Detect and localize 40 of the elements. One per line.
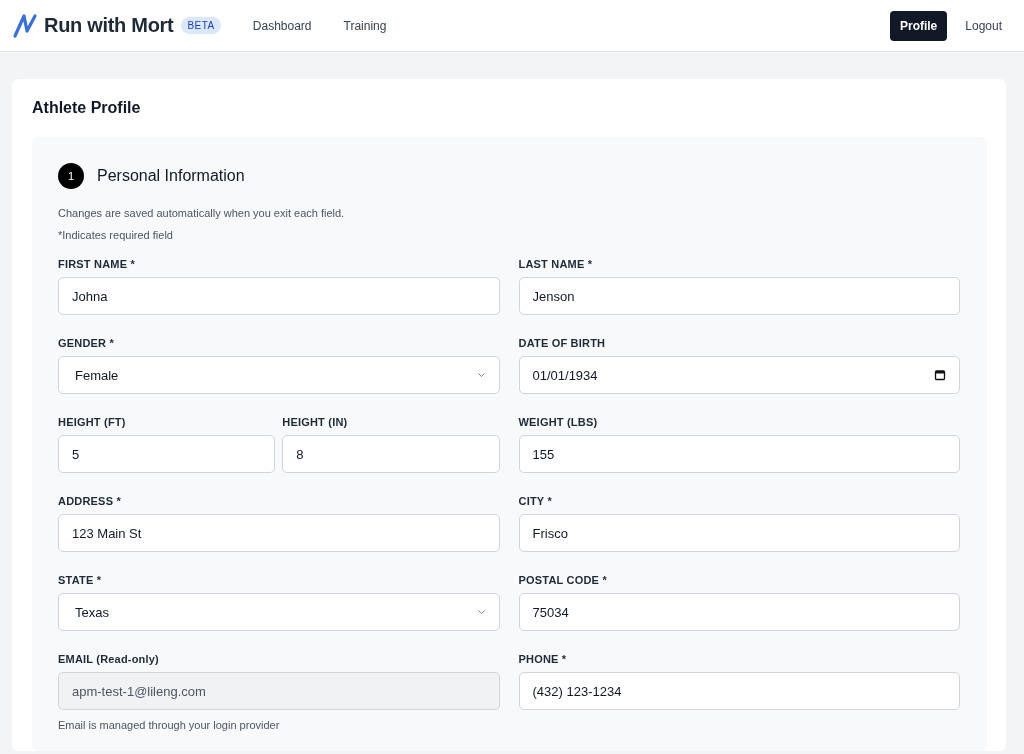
beta-badge: BETA (181, 17, 221, 34)
select-field[interactable]: Female (58, 356, 500, 394)
input-field[interactable]: 155 (518, 435, 960, 473)
field-label: DATE OF BIRTH (518, 336, 607, 350)
nav-link[interactable]: Logout (955, 10, 1012, 41)
field-label: PHONE * (518, 652, 568, 666)
page-title: Athlete Profile (32, 99, 142, 117)
section-title: Personal Information (97, 167, 245, 185)
nav-link[interactable]: Training (335, 12, 395, 39)
input-field: apm-test-1@lileng.com (58, 672, 500, 710)
nav-link[interactable]: Dashboard (244, 12, 320, 39)
field-label: CITY * (518, 494, 553, 508)
brand-name: Run with Mort (44, 14, 174, 37)
info-text: Changes are saved automatically when you exit each field. (58, 207, 346, 219)
nav-button[interactable]: Profile (889, 10, 948, 41)
input-field[interactable]: Johna (58, 277, 500, 315)
field-label: WEIGHT (LBS) (518, 415, 599, 429)
field-label: FIRST NAME * (58, 257, 136, 271)
field-label: HEIGHT (IN) (282, 415, 349, 429)
field-label: HEIGHT (FT) (58, 415, 127, 429)
field-label: GENDER * (58, 336, 115, 350)
input-field[interactable]: 123 Main St (58, 514, 500, 552)
step-number: 1 (58, 163, 84, 189)
select-field[interactable]: Texas (58, 593, 500, 631)
field-label: ADDRESS * (58, 494, 122, 508)
input-field[interactable]: 75034 (518, 593, 960, 631)
input-field[interactable]: (432) 123-1234 (518, 672, 960, 710)
logo-icon (12, 12, 38, 39)
field-label: LAST NAME * (518, 257, 594, 271)
input-field[interactable]: Frisco (518, 514, 960, 552)
help-text: Email is managed through your login provider (58, 719, 281, 731)
date-field[interactable]: 01/01/1934 (518, 356, 960, 394)
info-text: *Indicates required field (58, 229, 174, 241)
calendar-icon[interactable] (934, 369, 946, 381)
input-field[interactable]: Jenson (518, 277, 960, 315)
input-field[interactable]: 5 (58, 435, 276, 473)
input-field[interactable]: 8 (282, 435, 500, 473)
field-label: POSTAL CODE * (518, 573, 608, 587)
field-label: EMAIL (Read-only) (58, 652, 160, 666)
field-label: STATE * (58, 573, 103, 587)
